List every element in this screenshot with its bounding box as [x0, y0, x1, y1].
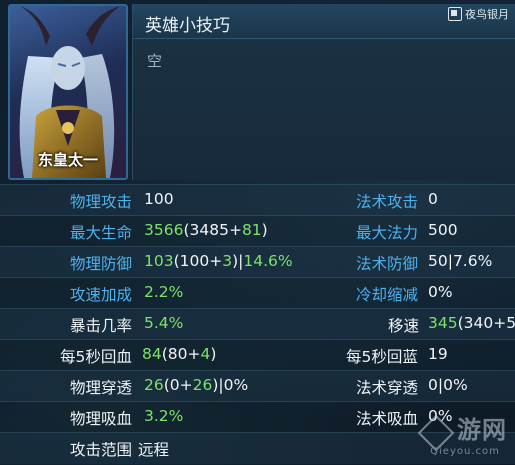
- stat-value-part: 0: [428, 190, 438, 208]
- stat-value: 84(80+4): [142, 345, 216, 363]
- stat-value-part: 19: [428, 345, 448, 363]
- hero-portrait[interactable]: 东皇太一: [8, 4, 128, 180]
- stat-value: 500: [428, 221, 458, 239]
- stat-value: 345(340+5: [428, 314, 515, 332]
- stat-value-part: 3.2%: [144, 407, 184, 425]
- stat-value-part: 26: [192, 376, 213, 394]
- stat-value-part: 103: [144, 252, 174, 270]
- stat-value-part: 5.4%: [144, 314, 184, 332]
- stat-value-part: 100: [144, 190, 174, 208]
- stat-value: 3566(3485+81): [144, 221, 268, 239]
- stat-value-part: (100+: [173, 252, 223, 270]
- stat-value-part: 3: [222, 252, 233, 270]
- stat-value: 26(0+26)|0%: [144, 376, 248, 394]
- stat-value: 0%: [428, 283, 453, 301]
- stat-label: 物理穿透: [70, 379, 133, 397]
- stat-label: 法术吸血: [356, 410, 419, 428]
- stat-value-part: ): [261, 221, 268, 239]
- watermark-text: 游网: [457, 415, 507, 444]
- stat-value-part: 84: [142, 345, 162, 363]
- stat-value-part: ): [210, 345, 217, 363]
- stat-row: 最大生命 3566(3485+81) 最大法力 500: [0, 215, 515, 247]
- stat-row: 物理穿透 26(0+26)|0% 法术穿透 0|0%: [0, 370, 515, 402]
- stat-label: 法术穿透: [356, 379, 419, 397]
- stat-label: 移速: [388, 317, 420, 335]
- stat-value: 100: [144, 190, 174, 208]
- tips-title: 英雄小技巧: [145, 16, 230, 36]
- stat-value: 50|7.6%: [428, 252, 492, 270]
- stat-label: 最大法力: [356, 224, 419, 242]
- stat-value-part: 4: [200, 345, 211, 363]
- stat-label: 每5秒回蓝: [346, 348, 418, 366]
- stat-label: 物理防御: [70, 255, 133, 273]
- stat-value: 远程: [138, 438, 169, 460]
- stat-value-part: 81: [241, 221, 262, 239]
- stat-label: 法术防御: [356, 255, 419, 273]
- stat-row: 攻速加成 2.2% 冷却缩减 0%: [0, 277, 515, 309]
- stat-value-part: 0|0%: [428, 376, 468, 394]
- stat-label: 法术攻击: [356, 193, 419, 211]
- stat-value-part: (340+5: [457, 314, 515, 332]
- stat-label: 每5秒回血: [60, 348, 132, 366]
- stat-value: 0|0%: [428, 376, 468, 394]
- stat-label: 攻击范围: [70, 441, 133, 459]
- watermark-author: 夜鸟银月: [465, 8, 509, 21]
- weibo-icon: [448, 7, 462, 21]
- stat-row: 物理防御 103(100+3)|14.6% 法术防御 50|7.6%: [0, 246, 515, 278]
- stat-value-part: )|0%: [212, 376, 249, 394]
- top-watermark: 夜鸟银月: [448, 6, 509, 22]
- stat-label: 物理攻击: [70, 193, 133, 211]
- stat-value-part: 14.6%: [243, 252, 293, 270]
- stat-value-part: 50|7.6%: [428, 252, 493, 270]
- stat-value-part: (0+: [163, 376, 193, 394]
- bottom-watermark: 游网 Qieyou.com: [417, 410, 507, 457]
- stat-value-part: 500: [428, 221, 458, 239]
- stat-value: 0: [428, 190, 438, 208]
- stat-value-part: 345: [428, 314, 458, 332]
- stat-value-part: 2.2%: [144, 283, 184, 301]
- stat-value: 3.2%: [144, 407, 183, 425]
- stat-row: 暴击几率 5.4% 移速 345(340+5: [0, 308, 515, 340]
- stat-value: 5.4%: [144, 314, 183, 332]
- stat-row: 每5秒回血 84(80+4) 每5秒回蓝 19: [0, 339, 515, 371]
- stat-value: 103(100+3)|14.6%: [144, 252, 293, 270]
- stat-label: 物理吸血: [70, 410, 133, 428]
- stat-value-part: )|: [232, 252, 244, 270]
- hero-tips-panel: 英雄小技巧 空: [132, 4, 515, 180]
- hero-name: 东皇太一: [37, 151, 98, 169]
- stat-value-part: 26: [144, 376, 164, 394]
- stat-value-part: 远程: [138, 441, 170, 459]
- stat-value-part: (3485+: [183, 221, 242, 239]
- stat-value-part: 3566: [144, 221, 184, 239]
- stat-row: 物理攻击 100 法术攻击 0: [0, 184, 515, 216]
- stat-value-part: (80+: [161, 345, 201, 363]
- stat-value: 19: [428, 345, 448, 363]
- stat-label: 攻速加成: [70, 286, 133, 304]
- stat-label: 最大生命: [70, 224, 133, 242]
- stat-label: 冷却缩减: [356, 286, 419, 304]
- tips-content: 空: [147, 52, 163, 70]
- stat-value-part: 0%: [428, 283, 453, 301]
- stat-value: 2.2%: [144, 283, 183, 301]
- stat-label: 暴击几率: [70, 317, 133, 335]
